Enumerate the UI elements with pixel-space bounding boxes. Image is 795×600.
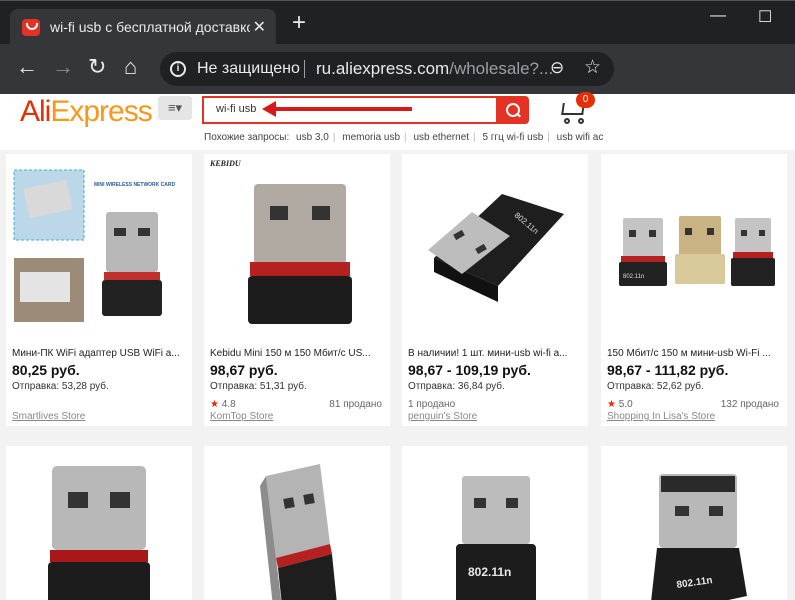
forward-button[interactable]: → (52, 56, 74, 78)
star-icon[interactable]: ☆ (584, 56, 601, 79)
product-rating: ★ 5.0 (607, 399, 633, 410)
browser-toolbar: ← → ↻ ⌂ i Не защищено ru.aliexpress.com/… (0, 44, 795, 94)
product-image[interactable] (204, 446, 390, 600)
product-card[interactable] (6, 446, 192, 600)
image-brand-label: KEBIDU (209, 159, 242, 168)
zoom-icon[interactable]: ⊖ (550, 58, 564, 78)
page-content: AliExpress ≡▾ wi-fi usb 0 Похожие запрос… (0, 92, 795, 600)
aliexpress-favicon-icon (22, 19, 40, 36)
product-sold-count: 132 продано (720, 399, 779, 410)
product-card[interactable]: MINI WIRELESS NETWORK CARD Мини-ПК WiFi … (6, 154, 192, 426)
image-chip-label: 802.11n (623, 274, 644, 280)
cart-wheel (578, 118, 584, 124)
address-divider (304, 60, 305, 78)
store-link[interactable]: Shopping In Lisa's Store (607, 411, 715, 422)
logo-part-express: Express (50, 95, 152, 128)
product-image[interactable] (6, 446, 192, 600)
search-button[interactable] (496, 96, 529, 124)
store-link[interactable]: KomTop Store (210, 411, 273, 422)
tab-close-icon[interactable]: ✕ (253, 17, 266, 37)
product-card[interactable] (204, 446, 390, 600)
rating-value: 5.0 (618, 399, 633, 410)
product-shipping: Отправка: 52,62 руб. (607, 381, 704, 392)
product-price: 98,67 - 109,19 руб. (408, 362, 531, 378)
rating-star-icon: ★ (607, 399, 616, 410)
related-query[interactable]: 5 ггц wi-fi usb (482, 132, 543, 143)
related-query[interactable]: memoria usb (342, 132, 400, 143)
product-price: 80,25 руб. (12, 362, 80, 378)
rating-star-icon: ★ (210, 399, 219, 410)
browser-tab[interactable]: wi-fi usb с бесплатной доставко ✕ (10, 9, 276, 45)
site-header: AliExpress ≡▾ wi-fi usb 0 Похожие запрос… (0, 92, 795, 150)
product-shipping: Отправка: 36,84 руб. (408, 381, 505, 392)
cart-count-badge: 0 (576, 92, 595, 108)
back-button[interactable]: ← (16, 56, 38, 78)
product-shipping: Отправка: 51,31 руб. (210, 381, 307, 392)
categories-menu-button[interactable]: ≡▾ (158, 96, 192, 120)
minimize-button[interactable]: — (710, 7, 726, 25)
product-title[interactable]: В наличии! 1 шт. мини-usb wi-fi а... (408, 348, 584, 359)
search-value: wi-fi usb (216, 103, 257, 115)
product-shipping: Отправка: 53,28 руб. (12, 381, 109, 392)
aliexpress-logo[interactable]: AliExpress (20, 95, 153, 129)
product-title[interactable]: Мини-ПК WiFi адаптер USB WiFi а... (12, 348, 188, 359)
product-image[interactable]: 802.11n (601, 154, 787, 334)
url-text[interactable]: ru.aliexpress.com/wholesale?... (316, 59, 553, 79)
product-rating: ★ 4.8 (210, 399, 236, 410)
store-link[interactable]: penguin's Store (408, 411, 477, 422)
reload-button[interactable]: ↻ (88, 56, 106, 78)
product-image[interactable]: 802.11n (402, 154, 588, 334)
product-card[interactable]: 802.11n В наличии! 1 шт. мини-usb wi-fi … (402, 154, 588, 426)
url-path: /wholesale?... (449, 59, 554, 78)
image-chip-label: 802.11n (468, 565, 511, 579)
product-card[interactable]: 802.11n 150 Мбит/с 150 м мини-usb Wi-Fi … (601, 154, 787, 426)
new-tab-button[interactable]: + (292, 11, 306, 35)
store-link[interactable]: Smartlives Store (12, 411, 85, 422)
tab-title: wi-fi usb с бесплатной доставко (50, 19, 250, 35)
product-sold-count: 1 продано (408, 399, 456, 410)
title-bar: wi-fi usb с бесплатной доставко ✕ + — ☐ (0, 0, 795, 45)
rating-value: 4.8 (221, 399, 236, 410)
product-image[interactable]: MINI WIRELESS NETWORK CARD (6, 154, 192, 334)
product-price: 98,67 руб. (210, 362, 278, 378)
product-title[interactable]: 150 Мбит/с 150 м мини-usb Wi-Fi ... (607, 348, 783, 359)
related-query[interactable]: usb wifi ac (557, 132, 604, 143)
address-bar[interactable]: i Не защищено ru.aliexpress.com/wholesal… (160, 52, 614, 86)
cart-wheel (564, 118, 570, 124)
security-label: Не защищено (197, 60, 300, 77)
browser-window: wi-fi usb с бесплатной доставко ✕ + — ☐ … (0, 0, 795, 600)
product-card[interactable]: KEBIDU Kebidu Mini 150 м 150 Мбит/с US..… (204, 154, 390, 426)
product-card[interactable]: 802.11n (402, 446, 588, 600)
related-label: Похожие запросы: (204, 132, 290, 143)
info-icon[interactable]: i (170, 61, 186, 77)
product-image[interactable]: KEBIDU (204, 154, 390, 334)
product-card[interactable]: 802.11n (601, 446, 787, 600)
product-image[interactable]: 802.11n (601, 446, 787, 600)
product-image[interactable]: 802.11n (402, 446, 588, 600)
related-queries: Похожие запросы: usb 3,0 | memoria usb | u… (204, 132, 604, 143)
product-title[interactable]: Kebidu Mini 150 м 150 Мбит/с US... (210, 348, 386, 359)
product-sold-count: 81 продано (329, 399, 382, 410)
url-host: ru.aliexpress.com (316, 59, 450, 78)
logo-part-ali: Ali (20, 95, 51, 128)
image-caption: MINI WIRELESS NETWORK CARD (94, 182, 175, 188)
home-button[interactable]: ⌂ (124, 56, 137, 78)
related-query[interactable]: usb ethernet (413, 132, 469, 143)
product-price: 98,67 - 111,82 руб. (607, 362, 729, 378)
annotation-arrow (262, 101, 412, 117)
maximize-button[interactable]: ☐ (758, 7, 772, 27)
related-query[interactable]: usb 3,0 (296, 132, 329, 143)
